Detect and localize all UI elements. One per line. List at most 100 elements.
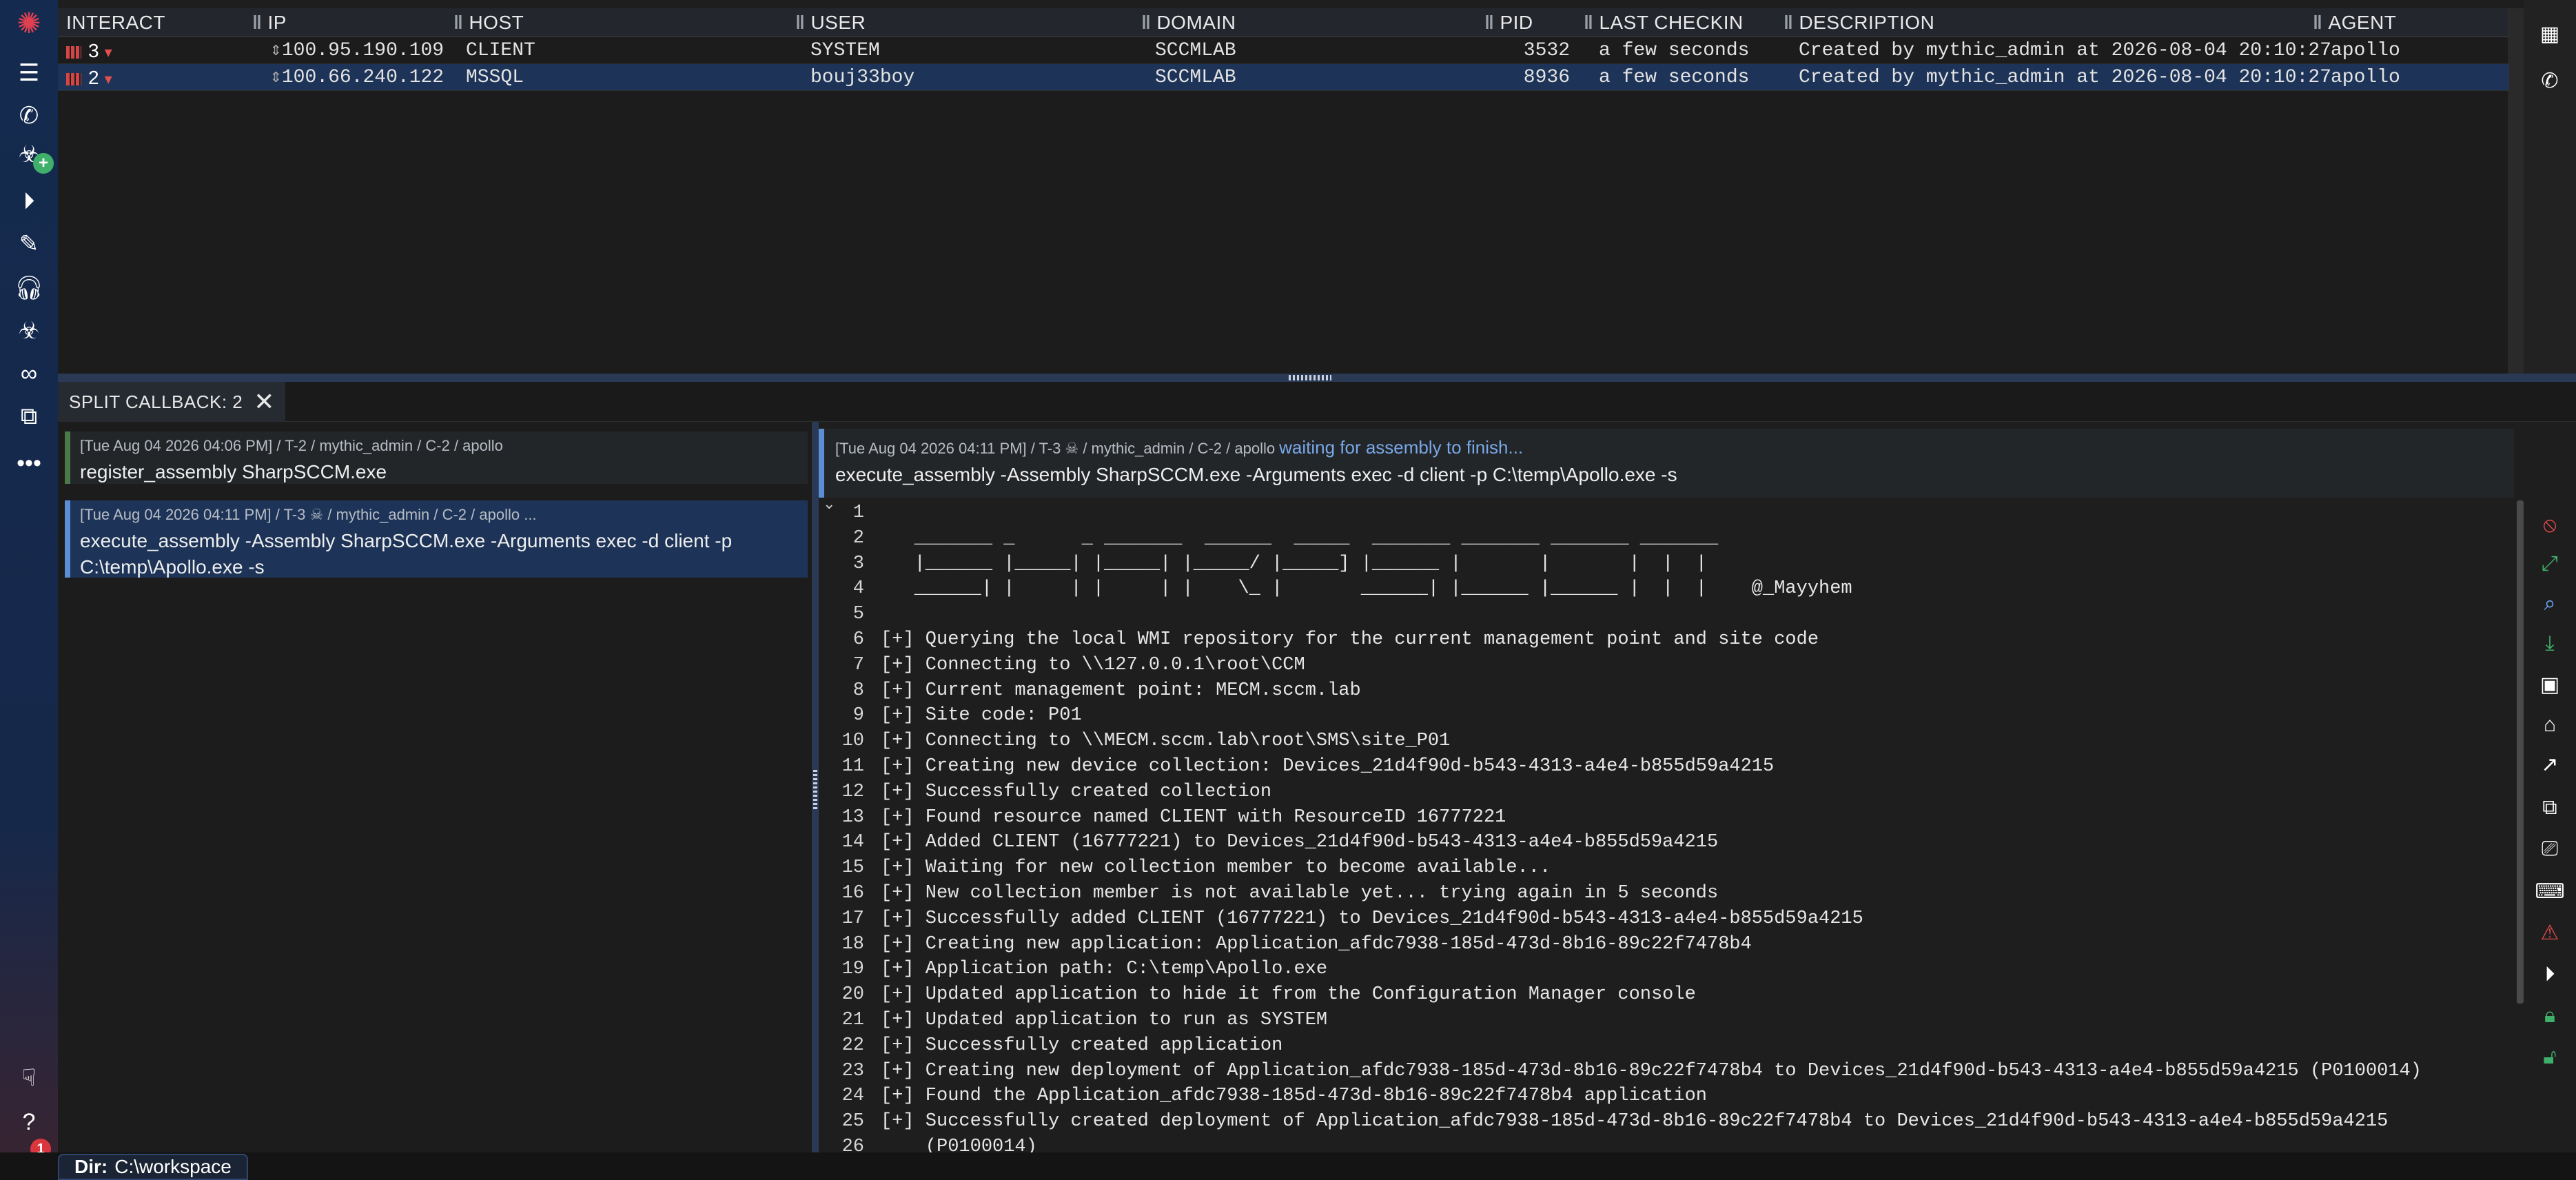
domain-cell: SCCMLAB: [1155, 40, 1236, 61]
task-meta: [Tue Aug 04 2026 04:06 PM] / T-2 / mythi…: [80, 437, 503, 454]
output-line: 12 [+] Successfully created collection: [819, 780, 1272, 805]
line-text: _______ _ _ _______ ______ _____ _______…: [881, 527, 1719, 549]
add-badge: +: [33, 153, 54, 174]
line-number: 19: [841, 959, 864, 980]
keyboard-icon[interactable]: ⌨: [2535, 878, 2564, 906]
copy-icon[interactable]: ⧉: [2536, 794, 2564, 822]
hide-icon[interactable]: ⦸: [2536, 511, 2564, 539]
header-agent[interactable]: ‖ AGENT: [2313, 8, 2396, 37]
output-line: 11 [+] Creating new device collection: De…: [819, 754, 1775, 780]
output-line: 17 [+] Successfully added CLIENT (1677722…: [819, 906, 1863, 932]
output-line: 21 [+] Updated application to run as SYST…: [819, 1008, 1328, 1033]
menu-icon[interactable]: ☰: [12, 57, 45, 90]
table-row[interactable]: 3 ▾ ⇕100.95.190.109 CLIENT SYSTEM SCCMLAB…: [58, 37, 2524, 64]
left-nav: ✺ ☰ ✆ ☣ + ⏵ ✎ 🎧︎ ☣ ∞ ⧉ ••• ☟ ? ⌂ 1: [0, 0, 58, 1180]
vertical-splitter[interactable]: [812, 422, 819, 1152]
header-last-checkin[interactable]: ‖ LAST CHECKIN: [1584, 8, 1744, 37]
expand-icon[interactable]: ⤢: [2536, 550, 2564, 578]
output-line: 18 [+] Creating new application: Applicat…: [819, 932, 1752, 957]
table-row[interactable]: 2 ▾ ⇕100.66.240.122 MSSQL bouj33boy SCCML…: [58, 64, 2524, 91]
chart-icon[interactable]: ▦: [2536, 21, 2564, 48]
description-cell: Created by mythic_admin at 2026-08-04 20…: [1799, 67, 2331, 88]
output-line: 13 [+] Found resource named CLIENT with R…: [819, 805, 1506, 831]
warning-icon[interactable]: ⚠: [2536, 919, 2564, 947]
list-item[interactable]: [Tue Aug 04 2026 04:06 PM] / T-2 / mythi…: [65, 431, 808, 484]
screenshot-icon[interactable]: ⎚: [2536, 835, 2564, 863]
header-ip[interactable]: ‖ IP: [252, 8, 287, 37]
domain-cell: SCCMLAB: [1155, 67, 1236, 88]
task-command: execute_assembly -Assembly SharpSCCM.exe…: [80, 530, 733, 578]
table-scrollbar[interactable]: [2508, 8, 2524, 374]
line-number: 14: [841, 832, 864, 853]
line-number: 4: [852, 578, 864, 600]
line-number: 21: [841, 1010, 864, 1030]
replay-icon[interactable]: ⏵: [2536, 961, 2564, 988]
list-item[interactable]: [Tue Aug 04 2026 04:11 PM] / T-3 ☠ / myt…: [65, 500, 808, 578]
line-text: [+] Found resource named CLIENT with Res…: [881, 806, 1506, 828]
output-line: 1: [819, 500, 881, 526]
output-line: 19 [+] Application path: C:\temp\Apollo.e…: [819, 957, 1328, 982]
right-toolbar-bottom: ⦸ ⤢ ⌕ ⤓ ▣ ⌂ ↗ ⧉ ⎚ ⌨ ⚠ ⏵ 🔒︎ 🔓︎: [2524, 422, 2576, 1152]
interact-cell[interactable]: 3 ▾: [66, 37, 112, 64]
play-circle-icon[interactable]: ⏵: [12, 185, 45, 218]
socks-icon[interactable]: ⧉: [12, 400, 45, 433]
line-number: 16: [841, 883, 864, 904]
output-scrollbar[interactable]: [2517, 500, 2524, 1004]
help-icon[interactable]: ?: [12, 1106, 45, 1139]
phone-icon[interactable]: ✆: [2536, 68, 2564, 95]
output-line: 20 [+] Updated application to hide it fro…: [819, 982, 1696, 1008]
host-cell: CLIENT: [466, 40, 535, 61]
interact-cell[interactable]: 2 ▾: [66, 64, 112, 91]
line-number: 11: [841, 756, 864, 777]
ip-cell: ⇕100.66.240.122: [270, 67, 444, 88]
horizontal-splitter[interactable]: [58, 374, 2576, 382]
line-number: 17: [841, 908, 864, 929]
header-host[interactable]: ‖ HOST: [453, 8, 524, 37]
line-number: 24: [841, 1086, 864, 1107]
line-number: 6: [852, 629, 864, 650]
header-description[interactable]: ‖ DESCRIPTION: [1783, 8, 1934, 37]
line-number: 7: [852, 654, 864, 675]
line-number: 5: [852, 604, 864, 625]
headset-icon[interactable]: 🎧︎: [12, 272, 45, 305]
close-icon[interactable]: ✕: [254, 387, 274, 416]
download-icon[interactable]: ⤓: [2536, 630, 2564, 658]
working-directory: Dir: C:\workspace: [58, 1154, 248, 1180]
description-cell: Created by mythic_admin at 2026-08-04 20…: [1799, 40, 2331, 61]
user-cell: SYSTEM: [810, 40, 880, 61]
header-domain[interactable]: ‖ DOMAIN: [1141, 8, 1236, 37]
output-line: 7 [+] Connecting to \\127.0.0.1\root\CCM: [819, 653, 1305, 678]
thumbs-down-icon[interactable]: ☟: [12, 1061, 45, 1095]
search-icon[interactable]: ⌕: [2536, 590, 2564, 618]
output-line: 16 [+] New collection member is not avail…: [819, 881, 1719, 906]
biohazard-icon[interactable]: ☣: [12, 314, 45, 347]
line-text: [+] Found the Application_afdc7938-185d-…: [881, 1086, 1707, 1107]
line-number: 26: [841, 1137, 864, 1152]
dir-value: C:\workspace: [114, 1156, 232, 1177]
line-number: 18: [841, 933, 864, 955]
checkin-cell: a few seconds: [1599, 40, 1750, 61]
line-number: 1: [852, 502, 864, 523]
tag-icon[interactable]: ⌂: [2536, 711, 2564, 739]
header-interact[interactable]: INTERACT: [66, 8, 165, 37]
output-code[interactable]: 12 _______ _ _ _______ ______ _____ ____…: [819, 500, 2514, 1152]
unlock-icon[interactable]: 🔓︎: [2536, 1044, 2564, 1071]
line-number: 9: [852, 705, 864, 726]
open-external-icon[interactable]: ↗: [2536, 751, 2564, 779]
phone-callback-icon[interactable]: ✆: [12, 99, 45, 132]
status-text: waiting for assembly to finish...: [1279, 437, 1524, 458]
table-header: INTERACT ‖ IP ‖ HOST ‖ USER ‖ DOMAIN ‖ PID ‖ L…: [58, 8, 2524, 37]
host-cell: MSSQL: [466, 67, 524, 88]
output-line: 3 |______ |_____| |_____| |_____/ |_____…: [819, 551, 1707, 577]
edit-icon[interactable]: ✎: [12, 227, 45, 261]
mythic-logo-icon[interactable]: ✺: [12, 7, 45, 40]
link-icon[interactable]: ∞: [12, 357, 45, 390]
lock-icon[interactable]: 🔒︎: [2536, 1002, 2564, 1030]
header-user[interactable]: ‖ USER: [795, 8, 866, 37]
tab-split-callback[interactable]: SPLIT CALLBACK: 2 ✕: [58, 382, 286, 422]
image-icon[interactable]: ▣: [2536, 671, 2564, 699]
more-icon[interactable]: •••: [12, 447, 45, 480]
header-pid[interactable]: ‖ PID: [1484, 8, 1533, 37]
output-line: 9 [+] Site code: P01: [819, 703, 1082, 729]
line-number: 12: [841, 781, 864, 802]
